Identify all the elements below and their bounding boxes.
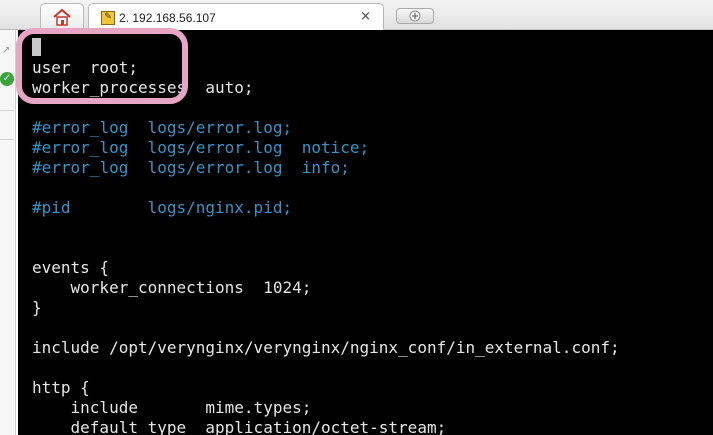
collapse-arrow-icon[interactable]: ↗ <box>2 46 12 56</box>
gutter-divider <box>0 110 14 140</box>
terminal-line: #error_log logs/error.log info; <box>32 158 350 177</box>
terminal-window[interactable]: user root; worker_processes auto; #error… <box>18 30 713 435</box>
home-tab[interactable] <box>40 3 84 30</box>
terminal-session-icon: ✎ <box>101 10 115 25</box>
terminal-line: worker_processes auto; <box>32 78 254 97</box>
terminal-line: http { <box>32 378 90 397</box>
session-tab[interactable]: ✎ 2. 192.168.56.107 × <box>88 3 384 31</box>
terminal-line: #error_log logs/error.log; <box>32 118 293 137</box>
tab-bar: ✎ 2. 192.168.56.107 × <box>0 0 713 31</box>
side-gutter: ↗ ✓ <box>0 30 16 435</box>
terminal-line: include mime.types; <box>32 398 312 417</box>
new-tab-button[interactable] <box>396 8 434 24</box>
terminal-line: #pid logs/nginx.pid; <box>32 198 293 217</box>
connected-check-icon: ✓ <box>0 72 14 86</box>
session-tab-title: 2. 192.168.56.107 <box>119 10 216 25</box>
close-tab-icon[interactable]: × <box>360 9 371 24</box>
plus-icon <box>409 10 421 22</box>
terminal-line: #error_log logs/error.log notice; <box>32 138 370 157</box>
terminal-line: include /opt/verynginx/verynginx/nginx_c… <box>32 338 620 357</box>
terminal-line: default_type application/octet-stream; <box>32 418 447 435</box>
terminal-line: worker_connections 1024; <box>32 278 312 297</box>
terminal-line: events { <box>32 258 110 277</box>
terminal-cursor <box>32 38 41 56</box>
home-icon <box>53 8 71 26</box>
terminal-line: user root; <box>32 58 138 77</box>
terminal-line: } <box>32 298 42 317</box>
